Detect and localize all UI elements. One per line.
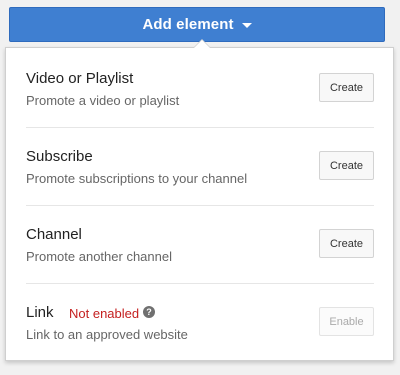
add-element-button[interactable]: Add element xyxy=(9,7,385,42)
menu-item-subscribe: Subscribe Promote subscriptions to your … xyxy=(6,128,393,205)
create-subscribe-button[interactable]: Create xyxy=(319,151,374,180)
menu-item-channel: Channel Promote another channel Create xyxy=(6,206,393,283)
add-element-dropdown: Video or Playlist Promote a video or pla… xyxy=(5,39,394,361)
create-channel-button[interactable]: Create xyxy=(319,229,374,258)
menu-item-video-playlist: Video or Playlist Promote a video or pla… xyxy=(6,48,393,127)
add-element-panel: Add element Video or Playlist Promote a … xyxy=(0,0,400,375)
menu-item-title: Subscribe xyxy=(26,148,93,165)
menu-item-title: Link xyxy=(26,304,54,321)
menu-item-description: Link to an approved website xyxy=(26,327,188,342)
dropdown-pointer-fill xyxy=(194,40,210,48)
menu-item-link: Link Not enabled ? Link to an approved w… xyxy=(6,284,393,361)
menu-item-description: Promote subscriptions to your channel xyxy=(26,171,248,186)
menu-item-title: Video or Playlist xyxy=(26,70,134,87)
help-icon[interactable]: ? xyxy=(143,306,155,318)
menu-item-title: Channel xyxy=(26,226,82,243)
enable-link-button[interactable]: Enable xyxy=(319,307,374,336)
add-element-label: Add element xyxy=(142,16,234,33)
menu-item-description: Promote another channel xyxy=(26,249,172,264)
status-badge: Not enabled xyxy=(69,306,140,321)
create-video-playlist-button[interactable]: Create xyxy=(319,73,374,102)
caret-down-icon xyxy=(241,23,252,28)
menu-item-description: Promote a video or playlist xyxy=(26,93,180,108)
